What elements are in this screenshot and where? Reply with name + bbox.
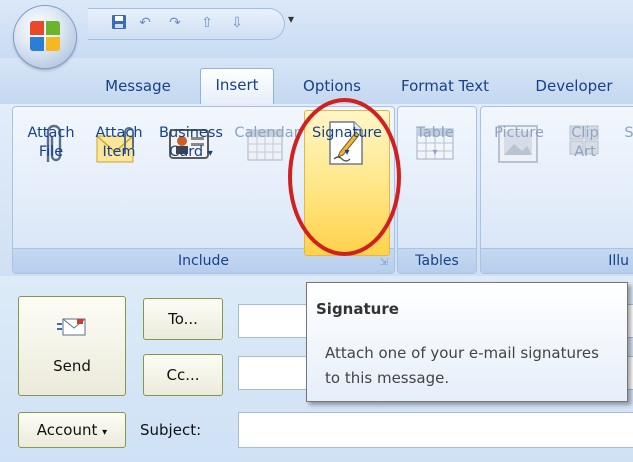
business-card-button[interactable]: Business Card ▾ [152, 124, 230, 163]
cut-off-button[interactable]: S [622, 124, 633, 143]
picture-button[interactable]: Picture [484, 124, 554, 143]
tab-developer[interactable]: Developer [524, 70, 624, 104]
tab-message[interactable]: Message [88, 70, 188, 104]
tab-insert[interactable]: Insert [200, 68, 274, 105]
send-envelope-icon [57, 318, 86, 336]
group-label-tables: Tables [398, 248, 476, 273]
attach-item-label-2: Item [102, 144, 136, 160]
up-arrow-icon[interactable]: ⇧ [198, 14, 216, 32]
tooltip-body: Attach one of your e-mail signatures to … [325, 344, 599, 387]
quick-access-toolbar: ↶ ↷ ⇧ ⇩ [88, 8, 285, 40]
cc-button[interactable]: Cc... [143, 354, 223, 396]
send-button[interactable]: Send [18, 296, 126, 396]
undo-icon[interactable]: ↶ [136, 14, 154, 32]
tab-format-text[interactable]: Format Text [386, 70, 504, 104]
office-logo-icon [30, 21, 60, 51]
down-arrow-icon[interactable]: ⇩ [228, 14, 246, 32]
send-label: Send [53, 357, 91, 375]
clip-art-button[interactable]: Clip Art [560, 124, 610, 162]
calendar-button[interactable]: Calendar [229, 124, 305, 143]
attach-file-button[interactable]: Attach File [22, 124, 80, 162]
signature-button[interactable]: Signature ▾ [304, 124, 390, 162]
group-label-illustrations: Illu [481, 248, 633, 273]
attach-file-label-1: Attach [27, 125, 75, 141]
signature-label: Signature [312, 125, 382, 141]
business-card-label-2-row: Card ▾ [152, 143, 230, 163]
tooltip-title: Signature [316, 300, 399, 318]
qat-dropdown-icon[interactable]: ▾ [288, 12, 294, 26]
dropdown-arrow-icon: ▾ [432, 147, 438, 158]
account-button[interactable]: Account ▾ [18, 412, 126, 448]
subject-label: Subject: [140, 421, 202, 439]
table-label: Table [416, 125, 454, 141]
to-button[interactable]: To... [143, 298, 223, 340]
save-icon[interactable] [110, 14, 128, 32]
attach-item-label-1: Attach [95, 125, 143, 141]
dropdown-arrow-icon: ▾ [102, 427, 108, 438]
ribbon-tabs: Message Insert Options Format Text Devel… [0, 58, 633, 105]
dialog-launcher-icon[interactable]: ⇲ [380, 257, 388, 268]
calendar-label: Calendar [234, 125, 300, 141]
redo-icon[interactable]: ↷ [166, 14, 184, 32]
attach-file-label-2: File [38, 144, 64, 160]
business-card-label-1: Business [159, 125, 223, 141]
tab-options[interactable]: Options [290, 70, 374, 104]
dropdown-arrow-icon: ▾ [207, 148, 213, 159]
clip-art-label-2: Art [574, 144, 596, 160]
account-label: Account [36, 421, 98, 439]
office-button[interactable] [14, 6, 76, 68]
clip-art-label-1: Clip [571, 125, 599, 141]
attach-item-button[interactable]: Attach Item [88, 124, 150, 162]
table-button[interactable]: Table ▾ [400, 124, 470, 162]
signature-tooltip: Signature Attach one of your e-mail sign… [306, 282, 628, 402]
business-card-label-2: Card [169, 144, 204, 160]
picture-label: Picture [494, 125, 544, 141]
subject-field[interactable] [238, 412, 633, 448]
cut-off-label: S [624, 125, 633, 141]
dropdown-arrow-icon: ▾ [344, 147, 350, 158]
title-bar: ↶ ↷ ⇧ ⇩ ▾ [0, 0, 633, 58]
